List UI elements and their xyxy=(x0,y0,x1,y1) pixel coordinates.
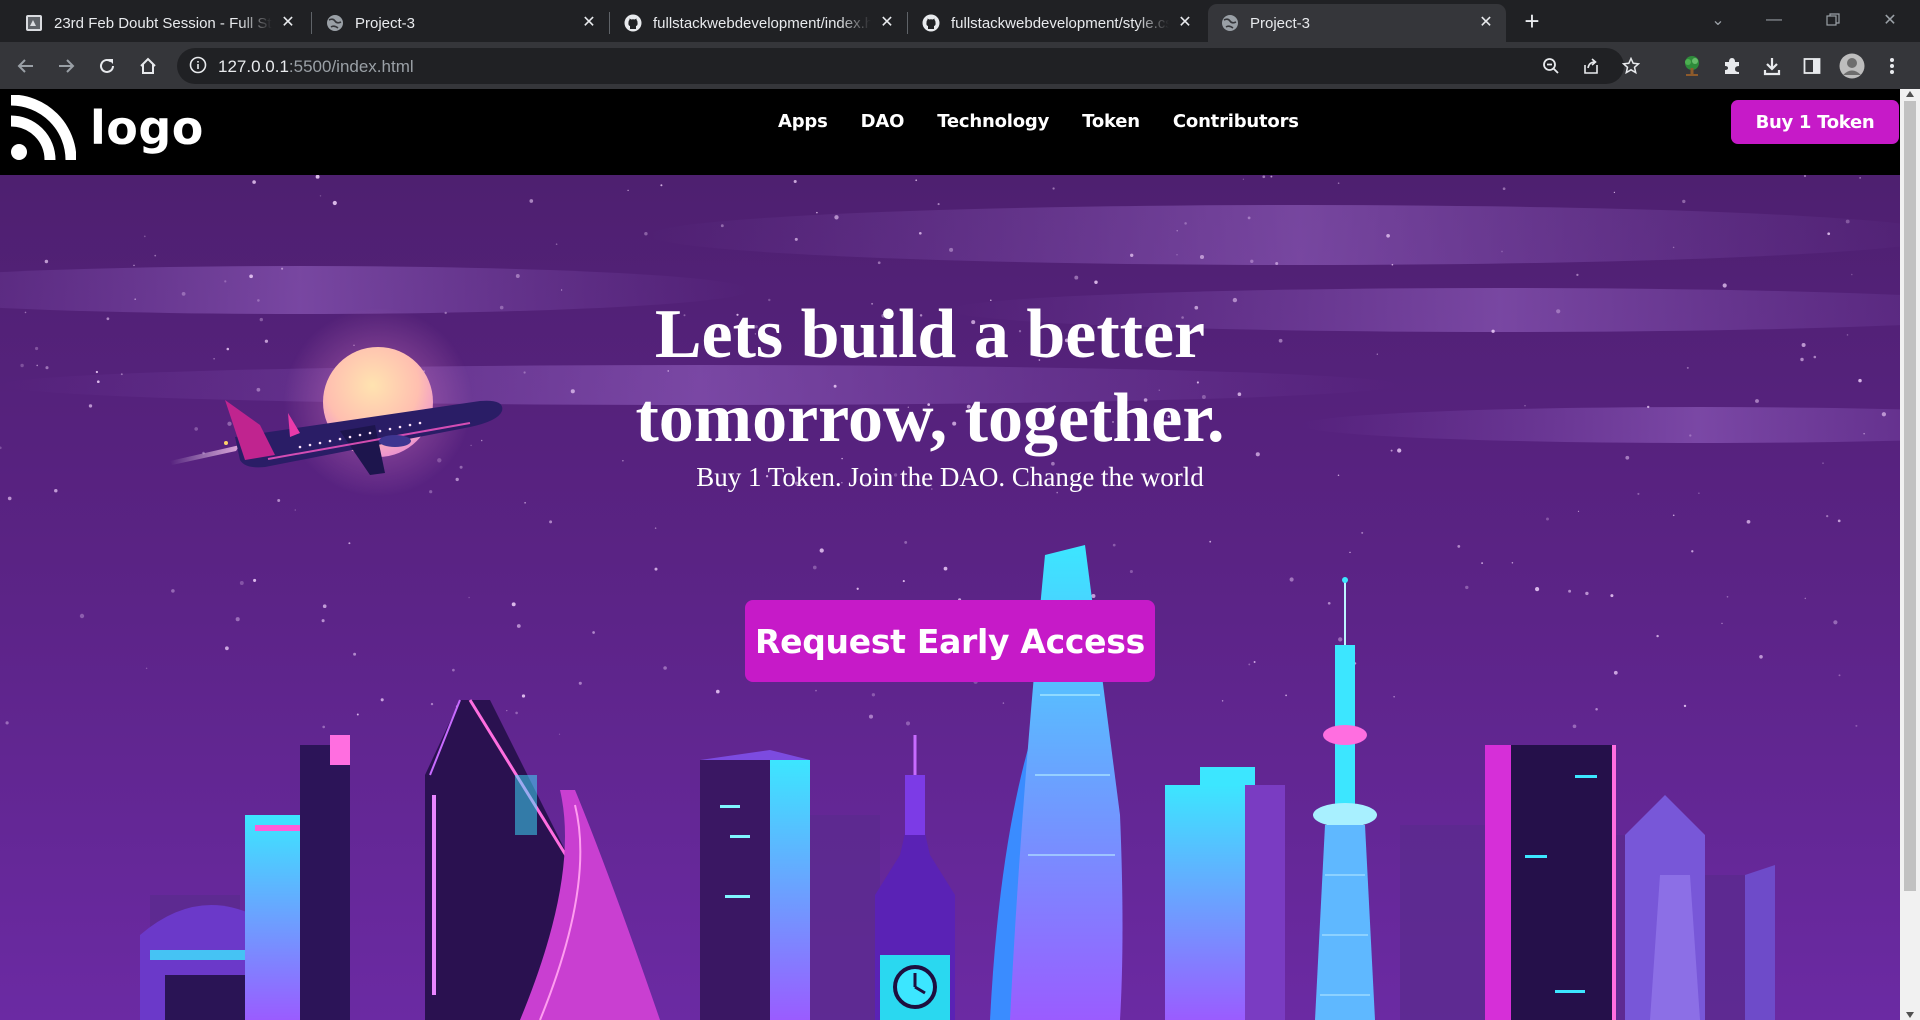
page-viewport: logo Apps DAO Technology Token Contribut… xyxy=(0,89,1920,1020)
tab-search-chevron-icon[interactable]: ⌄ xyxy=(1700,6,1736,34)
tab-github-style[interactable]: fullstackwebdevelopment/style.css ✕ xyxy=(909,4,1205,42)
extensions-puzzle-icon[interactable] xyxy=(1716,50,1748,82)
nav-link-apps[interactable]: Apps xyxy=(778,111,828,132)
close-tab-icon[interactable]: ✕ xyxy=(1177,15,1193,31)
home-icon[interactable] xyxy=(132,50,164,82)
browser-toolbar: 127.0.0.1:5500/index.html xyxy=(0,42,1920,89)
logo-text: logo xyxy=(90,101,204,155)
extension-tree-icon[interactable] xyxy=(1676,50,1708,82)
tab-doubt-session[interactable]: 23rd Feb Doubt Session - Full Stack ✕ xyxy=(12,4,308,42)
request-early-access-button[interactable]: Request Early Access xyxy=(745,600,1155,682)
close-tab-icon[interactable]: ✕ xyxy=(581,15,597,31)
page-scrollbar[interactable] xyxy=(1900,89,1920,1020)
github-icon xyxy=(623,13,643,33)
address-bar[interactable]: 127.0.0.1:5500/index.html xyxy=(177,48,1640,84)
share-icon[interactable] xyxy=(1579,54,1603,78)
tab-strip: 23rd Feb Doubt Session - Full Stack ✕ Pr… xyxy=(0,0,1920,42)
url-text: 127.0.0.1:5500/index.html xyxy=(218,57,414,76)
rss-logo-icon xyxy=(10,95,76,161)
close-tab-icon[interactable]: ✕ xyxy=(280,15,296,31)
document-icon xyxy=(24,13,44,33)
tab-project-3[interactable]: Project-3 ✕ xyxy=(313,4,609,42)
site-navbar: logo Apps DAO Technology Token Contribut… xyxy=(0,89,1900,175)
zoom-icon[interactable] xyxy=(1539,54,1563,78)
buy-token-button[interactable]: Buy 1 Token xyxy=(1731,100,1899,144)
globe-icon xyxy=(1220,13,1240,33)
scroll-up-arrow-icon[interactable] xyxy=(1906,91,1914,97)
nav-link-contributors[interactable]: Contributors xyxy=(1173,111,1299,132)
tab-title: Project-3 xyxy=(355,14,416,32)
nav-links: Apps DAO Technology Token Contributors xyxy=(778,111,1332,132)
hero-section: Lets build a better tomorrow, together. … xyxy=(0,175,1900,1020)
close-tab-icon[interactable]: ✕ xyxy=(879,15,895,31)
restore-icon[interactable] xyxy=(1815,6,1851,34)
back-icon[interactable] xyxy=(10,50,42,82)
site-info-icon[interactable] xyxy=(189,56,209,76)
nav-link-technology[interactable]: Technology xyxy=(937,111,1049,132)
browser-menu-icon[interactable] xyxy=(1876,50,1908,82)
tab-github-index[interactable]: fullstackwebdevelopment/index.html ✕ xyxy=(611,4,907,42)
nav-link-dao[interactable]: DAO xyxy=(861,111,905,132)
nav-link-token[interactable]: Token xyxy=(1082,111,1140,132)
tab-title: fullstackwebdevelopment/style.css xyxy=(951,14,1169,32)
tab-project-3-active[interactable]: Project-3 ✕ xyxy=(1208,4,1506,42)
site-logo[interactable]: logo xyxy=(10,95,204,161)
github-icon xyxy=(921,13,941,33)
minimize-icon[interactable]: — xyxy=(1756,6,1792,34)
close-tab-icon[interactable]: ✕ xyxy=(1478,15,1494,31)
download-icon[interactable] xyxy=(1756,50,1788,82)
reload-icon[interactable] xyxy=(91,50,123,82)
tab-title: fullstackwebdevelopment/index.html xyxy=(653,14,871,32)
globe-icon xyxy=(325,13,345,33)
scroll-down-arrow-icon[interactable] xyxy=(1906,1012,1914,1018)
hero-subheadline: Buy 1 Token. Join the DAO. Change the wo… xyxy=(696,462,1204,492)
tab-title: 23rd Feb Doubt Session - Full Stack xyxy=(54,14,272,32)
forward-icon[interactable] xyxy=(50,50,82,82)
hero-headline: Lets build a better tomorrow, together. xyxy=(635,296,1225,457)
scrollbar-thumb[interactable] xyxy=(1904,101,1916,891)
new-tab-button[interactable]: + xyxy=(1518,8,1546,36)
profile-avatar[interactable] xyxy=(1836,50,1868,82)
close-window-icon[interactable]: ✕ xyxy=(1872,6,1908,34)
side-panel-icon[interactable] xyxy=(1796,50,1828,82)
tab-title: Project-3 xyxy=(1250,14,1311,32)
bookmark-star-icon[interactable] xyxy=(1619,54,1643,78)
